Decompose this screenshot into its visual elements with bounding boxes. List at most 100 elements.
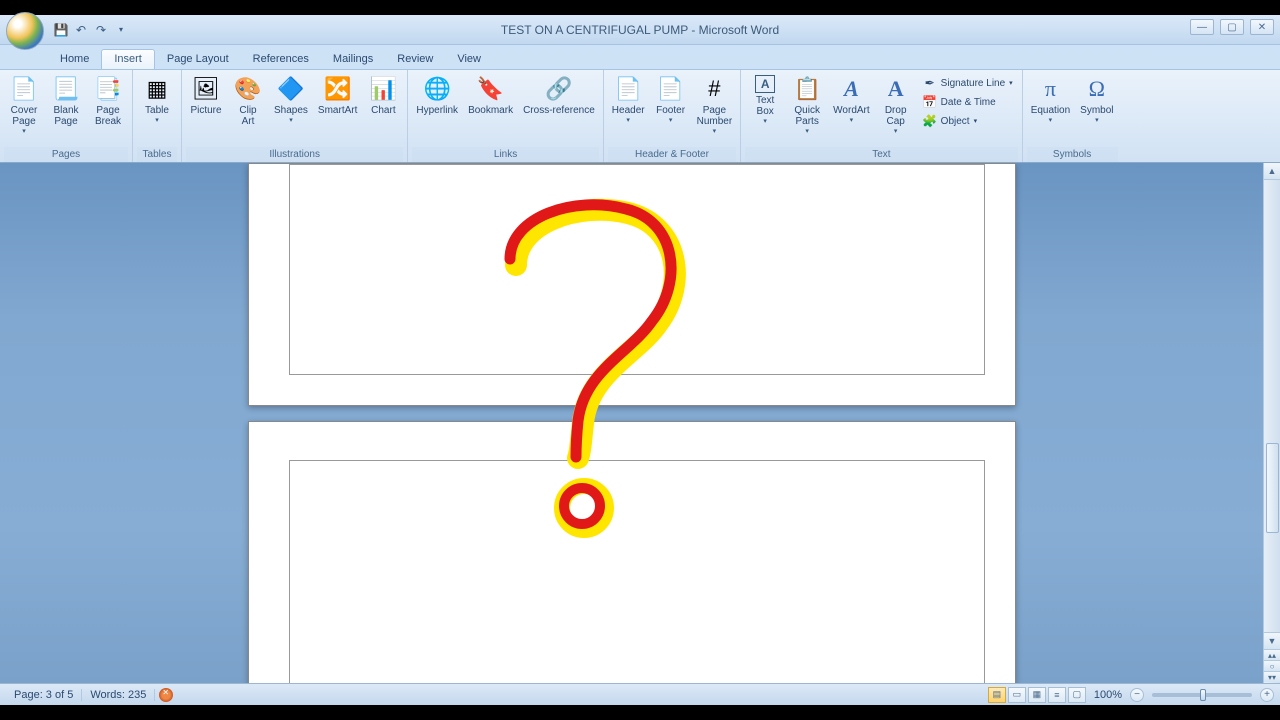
page-break-button[interactable]: 📑 PageBreak xyxy=(88,72,128,130)
tab-mailings[interactable]: Mailings xyxy=(321,50,385,69)
zoom-level[interactable]: 100% xyxy=(1094,689,1122,701)
scroll-down-icon[interactable]: ▼ xyxy=(1264,632,1280,649)
next-page-icon[interactable]: ▾▾ xyxy=(1264,671,1280,682)
page-break-icon: 📑 xyxy=(94,75,122,103)
vertical-scrollbar[interactable]: ▲ ▼ ▴▴ ○ ▾▾ xyxy=(1263,163,1280,683)
close-button[interactable]: ✕ xyxy=(1250,19,1274,35)
draft-view-button[interactable]: ▢ xyxy=(1068,687,1086,703)
tab-references[interactable]: References xyxy=(241,50,321,69)
bookmark-button[interactable]: 🔖 Bookmark xyxy=(464,72,517,119)
tab-page-layout[interactable]: Page Layout xyxy=(155,50,241,69)
zoom-slider-thumb[interactable] xyxy=(1200,689,1206,701)
cross-reference-button[interactable]: 🔗 Cross-reference xyxy=(519,72,599,119)
smartart-button[interactable]: 🔀 SmartArt xyxy=(314,72,361,119)
window-title: TEST ON A CENTRIFUGAL PUMP - Microsoft W… xyxy=(501,23,779,37)
document-area[interactable]: ▲ ▼ ▴▴ ○ ▾▾ xyxy=(0,163,1280,683)
footer-button[interactable]: 📄 Footer ▾ xyxy=(651,72,691,127)
quick-parts-icon: 📋 xyxy=(793,75,821,103)
date-time-button[interactable]: 📅 Date & Time xyxy=(920,93,1016,111)
tab-review[interactable]: Review xyxy=(385,50,445,69)
zoom-out-button[interactable]: − xyxy=(1130,688,1144,702)
select-browse-object-icon[interactable]: ○ xyxy=(1264,660,1280,671)
web-layout-button[interactable]: ▦ xyxy=(1028,687,1046,703)
zoom-slider[interactable] xyxy=(1152,693,1252,697)
outline-view-button[interactable]: ≡ xyxy=(1048,687,1066,703)
full-screen-reading-button[interactable]: ▭ xyxy=(1008,687,1026,703)
bookmark-icon: 🔖 xyxy=(477,75,505,103)
undo-icon[interactable]: ↶ xyxy=(72,21,90,39)
chart-icon: 📊 xyxy=(369,75,397,103)
symbol-button[interactable]: Ω Symbol ▾ xyxy=(1076,72,1117,127)
hyperlink-button[interactable]: 🌐 Hyperlink xyxy=(412,72,462,119)
group-tables: ▦ Table ▾ Tables xyxy=(133,70,182,162)
drop-cap-button[interactable]: A DropCap ▾ xyxy=(876,72,916,138)
ribbon: 📄 CoverPage ▾ 📃 BlankPage 📑 PageBreak Pa… xyxy=(0,69,1280,163)
page-number-icon: # xyxy=(700,75,728,103)
group-pages: 📄 CoverPage ▾ 📃 BlankPage 📑 PageBreak Pa… xyxy=(0,70,133,162)
table-button[interactable]: ▦ Table ▾ xyxy=(137,72,177,127)
blank-page-button[interactable]: 📃 BlankPage xyxy=(46,72,86,130)
signature-icon: ✒ xyxy=(923,76,937,90)
picture-button[interactable]: 🖼 Picture xyxy=(186,72,226,119)
footer-icon: 📄 xyxy=(657,75,685,103)
signature-line-button[interactable]: ✒ Signature Line ▾ xyxy=(920,74,1016,92)
page-number-button[interactable]: # PageNumber ▾ xyxy=(693,72,737,138)
symbol-icon: Ω xyxy=(1083,75,1111,103)
object-button[interactable]: 🧩 Object ▾ xyxy=(920,112,1016,130)
document-page[interactable] xyxy=(248,163,1016,406)
browse-object-controls: ▴▴ ○ ▾▾ xyxy=(1264,649,1280,683)
header-icon: 📄 xyxy=(614,75,642,103)
chart-button[interactable]: 📊 Chart xyxy=(363,72,403,119)
page-margin-frame xyxy=(289,164,985,375)
word-count[interactable]: Words: 235 xyxy=(82,689,155,701)
quick-access-toolbar: 💾 ↶ ↷ ▾ xyxy=(52,21,130,39)
titlebar: 💾 ↶ ↷ ▾ TEST ON A CENTRIFUGAL PUMP - Mic… xyxy=(0,15,1280,45)
group-symbols: π Equation ▾ Ω Symbol ▾ Symbols xyxy=(1023,70,1122,162)
equation-button[interactable]: π Equation ▾ xyxy=(1027,72,1074,127)
table-icon: ▦ xyxy=(143,75,171,103)
group-illustrations: 🖼 Picture 🎨 ClipArt 🔷 Shapes ▾ 🔀 SmartAr… xyxy=(182,70,408,162)
quick-parts-button[interactable]: 📋 QuickParts ▾ xyxy=(787,72,827,138)
wordart-icon: A xyxy=(837,75,865,103)
office-button[interactable] xyxy=(6,12,44,50)
shapes-icon: 🔷 xyxy=(277,75,305,103)
tab-view[interactable]: View xyxy=(445,50,493,69)
wordart-button[interactable]: A WordArt ▾ xyxy=(829,72,874,127)
object-icon: 🧩 xyxy=(923,114,937,128)
tab-insert[interactable]: Insert xyxy=(101,49,155,69)
proofing-errors-icon[interactable] xyxy=(159,688,173,702)
window-controls: — ▢ ✕ xyxy=(1190,19,1274,35)
shapes-button[interactable]: 🔷 Shapes ▾ xyxy=(270,72,312,127)
scroll-up-icon[interactable]: ▲ xyxy=(1264,163,1280,180)
text-box-button[interactable]: A TextBox ▾ xyxy=(745,72,785,128)
cover-page-icon: 📄 xyxy=(10,75,38,103)
clipart-button[interactable]: 🎨 ClipArt xyxy=(228,72,268,130)
zoom-in-button[interactable]: + xyxy=(1260,688,1274,702)
previous-page-icon[interactable]: ▴▴ xyxy=(1264,649,1280,660)
drop-cap-icon: A xyxy=(882,75,910,103)
scrollbar-thumb[interactable] xyxy=(1266,443,1279,533)
qat-customize-icon[interactable]: ▾ xyxy=(112,21,130,39)
group-header-footer: 📄 Header ▾ 📄 Footer ▾ # PageNumber ▾ Hea… xyxy=(604,70,741,162)
blank-page-icon: 📃 xyxy=(52,75,80,103)
minimize-button[interactable]: — xyxy=(1190,19,1214,35)
equation-icon: π xyxy=(1036,75,1064,103)
document-page[interactable] xyxy=(248,421,1016,683)
print-layout-view-button[interactable]: ▤ xyxy=(988,687,1006,703)
clipart-icon: 🎨 xyxy=(234,75,262,103)
page-indicator[interactable]: Page: 3 of 5 xyxy=(6,689,82,701)
maximize-button[interactable]: ▢ xyxy=(1220,19,1244,35)
cross-reference-icon: 🔗 xyxy=(545,75,573,103)
cover-page-button[interactable]: 📄 CoverPage ▾ xyxy=(4,72,44,138)
letterbox xyxy=(0,0,1280,15)
status-bar: Page: 3 of 5 Words: 235 ▤ ▭ ▦ ≡ ▢ 100% −… xyxy=(0,683,1280,705)
smartart-icon: 🔀 xyxy=(324,75,352,103)
tab-home[interactable]: Home xyxy=(48,50,101,69)
save-icon[interactable]: 💾 xyxy=(52,21,70,39)
picture-icon: 🖼 xyxy=(192,75,220,103)
group-text: A TextBox ▾ 📋 QuickParts ▾ A WordArt ▾ A… xyxy=(741,70,1023,162)
text-box-icon: A xyxy=(755,75,775,93)
header-button[interactable]: 📄 Header ▾ xyxy=(608,72,649,127)
redo-icon[interactable]: ↷ xyxy=(92,21,110,39)
page-margin-frame xyxy=(289,460,985,683)
